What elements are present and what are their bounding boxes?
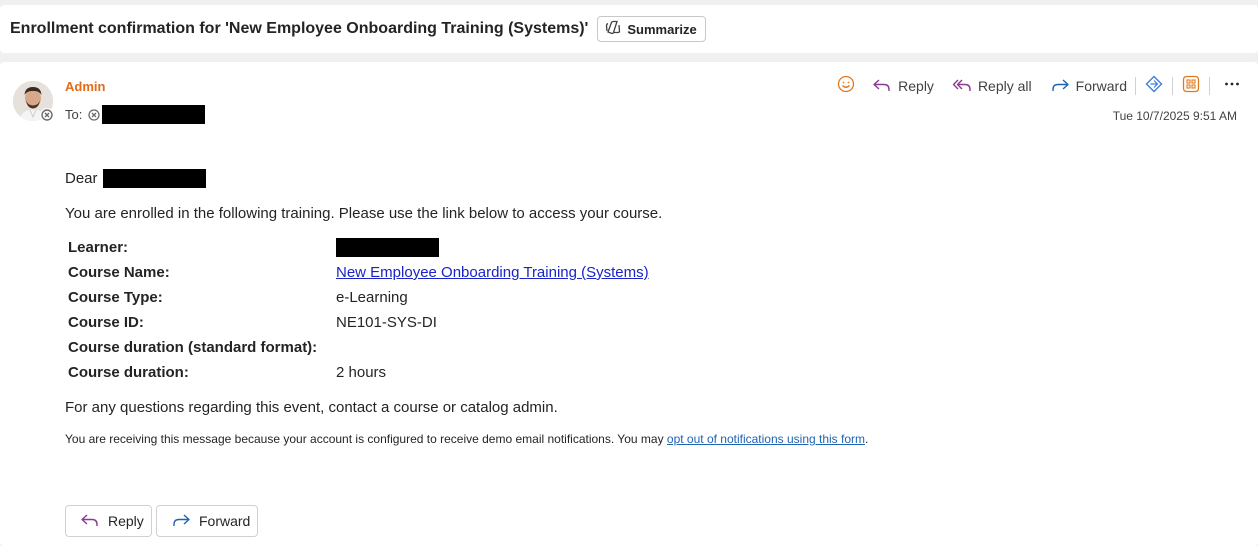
- message-timestamp: Tue 10/7/2025 9:51 AM: [1112, 109, 1237, 123]
- opt-out-link[interactable]: opt out of notifications using this form: [667, 432, 865, 446]
- detail-value: [336, 235, 649, 260]
- summarize-label: Summarize: [627, 21, 697, 37]
- detail-label: Learner:: [68, 239, 129, 256]
- dynamics-icon: [1145, 75, 1163, 98]
- more-horizontal-icon: [1223, 75, 1241, 98]
- forward-button[interactable]: Forward: [1050, 77, 1127, 96]
- divider: [1135, 77, 1136, 95]
- presence-offline-icon: [40, 108, 54, 122]
- course-link[interactable]: New Employee Onboarding Training (System…: [336, 264, 649, 281]
- footer-forward-label: Forward: [199, 513, 251, 529]
- subject-bar: Enrollment confirmation for 'New Employe…: [0, 5, 1258, 53]
- recipient-line: To:: [65, 105, 206, 124]
- reply-all-button[interactable]: Reply all: [952, 77, 1032, 96]
- forward-icon: [171, 512, 191, 531]
- sender-name[interactable]: Admin: [65, 79, 105, 94]
- table-row: Course Name: New Employee Onboarding Tra…: [68, 260, 649, 285]
- table-row: Course ID: NE101-SYS-DI: [68, 310, 649, 335]
- summarize-button[interactable]: Summarize: [597, 16, 706, 42]
- react-button[interactable]: [834, 74, 858, 98]
- more-actions-button[interactable]: [1220, 74, 1244, 98]
- reply-all-label: Reply all: [977, 78, 1032, 94]
- greeting-line: Dear: [65, 168, 1215, 188]
- footer-reply-button[interactable]: Reply: [65, 505, 152, 537]
- forward-label: Forward: [1075, 78, 1127, 94]
- dynamics-button[interactable]: [1142, 74, 1166, 98]
- apps-grid-icon: [1182, 75, 1200, 98]
- divider: [1172, 77, 1173, 95]
- apps-button[interactable]: [1179, 74, 1203, 98]
- table-row: Course duration: 2 hours: [68, 360, 649, 385]
- recipient-redacted[interactable]: [102, 105, 206, 124]
- message-card: Admin To: Reply Reply all Forward Tue 10…: [0, 62, 1258, 546]
- recipient-status-icon: [88, 108, 100, 121]
- footer-reply-label: Reply: [108, 513, 144, 529]
- footnote-prefix: You are receiving this message because y…: [65, 432, 667, 446]
- detail-label: Course Name:: [68, 264, 170, 281]
- greeting: Dear: [65, 169, 98, 187]
- detail-value: NE101-SYS-DI: [336, 314, 437, 331]
- message-actions: Reply Reply all Forward: [834, 74, 1244, 98]
- email-subject: Enrollment confirmation for 'New Employe…: [10, 20, 589, 37]
- reply-button[interactable]: Reply: [872, 77, 934, 96]
- reply-all-icon: [952, 77, 972, 96]
- forward-icon: [1050, 77, 1070, 96]
- recipient-name-redacted: [102, 168, 206, 188]
- reply-icon: [80, 512, 100, 531]
- detail-label: Course ID:: [68, 314, 144, 331]
- footnote: You are receiving this message because y…: [65, 432, 1215, 446]
- table-row: Course Type: e-Learning: [68, 285, 649, 310]
- footnote-suffix: .: [865, 432, 869, 446]
- detail-label: Course Type:: [68, 289, 163, 306]
- detail-label: Course duration:: [68, 364, 189, 381]
- reply-label: Reply: [898, 78, 934, 94]
- detail-label: Course duration (standard format):: [68, 339, 318, 356]
- to-label: To:: [65, 107, 83, 122]
- divider: [1209, 77, 1210, 95]
- footer-actions: Reply Forward: [65, 505, 258, 537]
- detail-value: 2 hours: [336, 364, 387, 381]
- detail-value: New Employee Onboarding Training (System…: [336, 260, 649, 285]
- table-row: Course duration (standard format):: [68, 335, 649, 360]
- message-body: Dear You are enrolled in the following t…: [65, 168, 1215, 446]
- questions-text: For any questions regarding this event, …: [65, 399, 558, 416]
- reply-icon: [872, 77, 892, 96]
- course-details-table: Learner: Course Name: New Employee Onboa…: [68, 235, 649, 385]
- detail-value: [336, 335, 649, 360]
- emoji-icon: [837, 75, 855, 98]
- footer-forward-button[interactable]: Forward: [156, 505, 258, 537]
- copilot-icon: [604, 19, 622, 40]
- intro-text: You are enrolled in the following traini…: [65, 205, 663, 222]
- table-row: Learner:: [68, 235, 649, 260]
- detail-value: e-Learning: [336, 289, 408, 306]
- learner-redacted: [336, 238, 439, 257]
